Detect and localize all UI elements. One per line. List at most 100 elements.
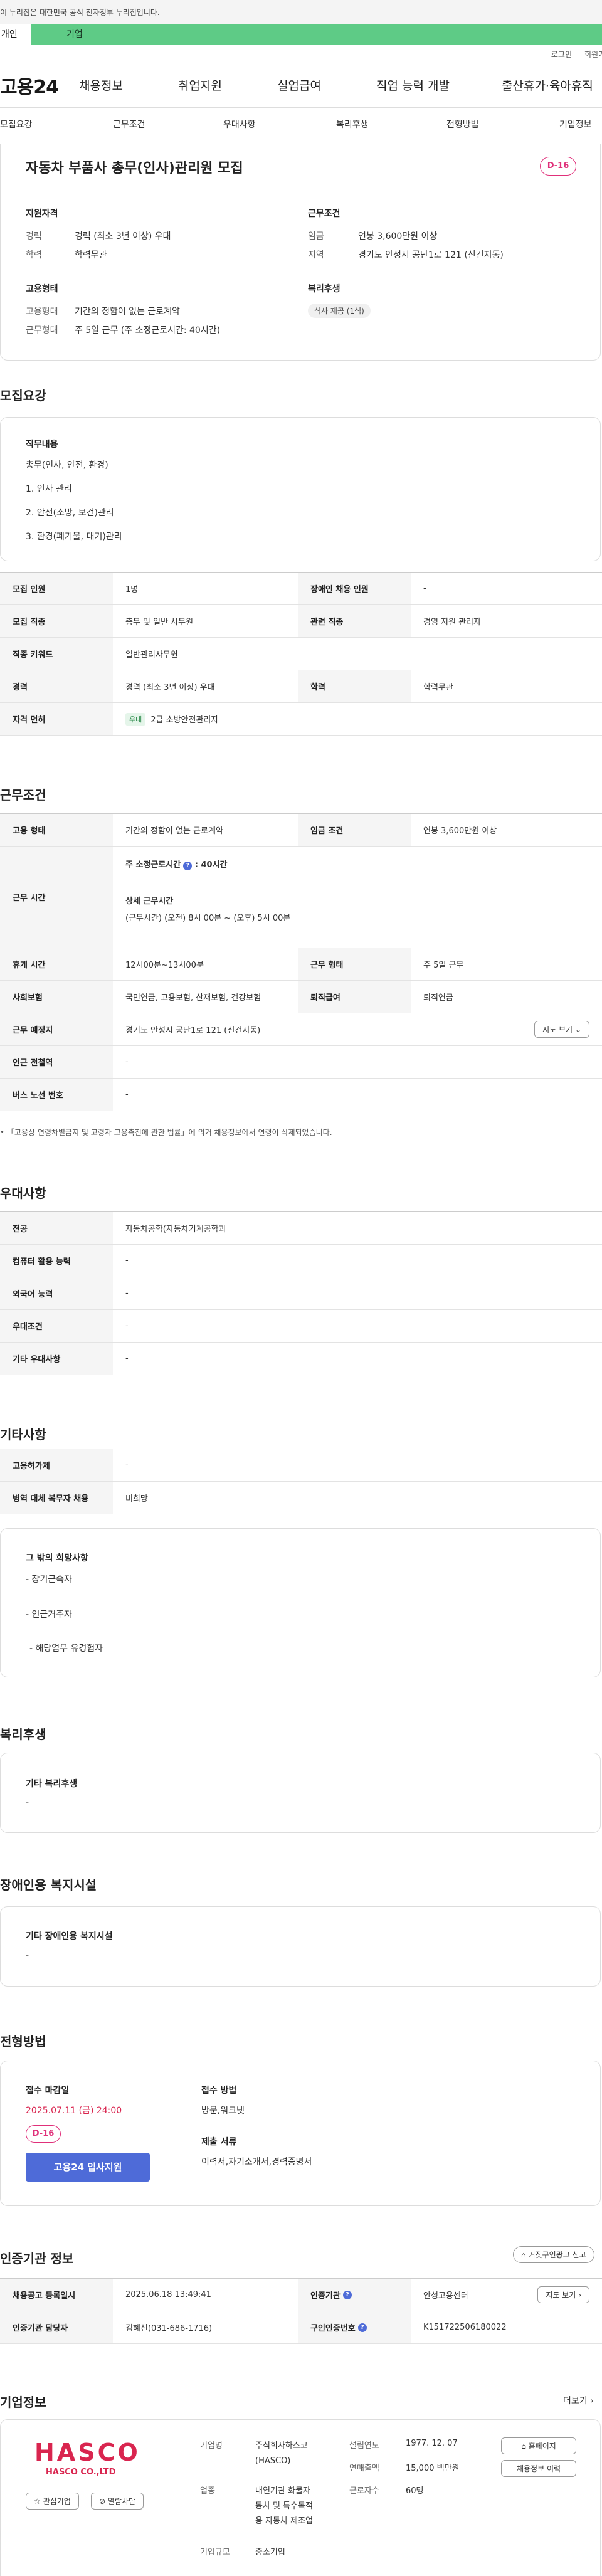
company-size-label: 기업규모 <box>200 2548 230 2557</box>
preferred-chip: 우대 <box>125 712 146 726</box>
company-card: HASCO HASCO CO.,LTD ☆ 관심기업 ⊘ 열람차단 기업명 주식… <box>0 2419 601 2576</box>
duty-heading: 직무내용 <box>26 440 58 450</box>
industry-value: 내연기관 화물자 동차 및 특수목적 용 자동차 제조업 <box>255 2484 313 2529</box>
other-requests-card: 그 밖의 희망사항 - 장기근속자 - 인근거주자 - 해당업무 유경험자 <box>0 1528 601 1677</box>
other-requests-heading: 그 밖의 희망사항 <box>26 1553 88 1563</box>
favorite-company-button[interactable]: ☆ 관심기업 <box>26 2493 79 2510</box>
welfare-box-value: - <box>26 1797 29 1807</box>
table-header-cell: 외국어 능력 <box>0 1277 113 1309</box>
education-value: 학력무관 <box>75 250 107 260</box>
request-line: - 장기근속자 <box>26 1575 72 1585</box>
info-icon[interactable]: ? <box>183 862 193 870</box>
table-row: 컴퓨터 활용 능력 - <box>0 1245 602 1277</box>
agency-map-button-label: 지도 보기 <box>546 2291 576 2299</box>
table-header-cell: 근무 형태 <box>298 948 411 980</box>
apply-button[interactable]: 고용24 입사지원 <box>26 2153 150 2182</box>
employment-type-label: 고용형태 <box>26 307 58 317</box>
table-header-cell: 전공 <box>0 1212 113 1244</box>
snb-company[interactable]: 기업정보 <box>559 118 592 130</box>
cert-agency-value: 안성고용센터 <box>423 2291 468 2301</box>
table-cell: - <box>125 1354 129 1363</box>
gnb-item-parental-leave[interactable]: 출산휴가·육아휴직 <box>502 77 593 93</box>
table-cell: 2025.06.18 13:49:41 <box>125 2290 211 2299</box>
gnb-item-employment-support[interactable]: 취업지원 <box>178 77 222 93</box>
job-history-button[interactable]: 채용정보 이력 <box>501 2460 576 2477</box>
employees-value: 60명 <box>406 2486 424 2496</box>
table-row: 인증기관 담당자 김혜선(031-686-1716) 구인인증번호? K1517… <box>0 2311 602 2344</box>
table-cell: - <box>125 1289 129 1298</box>
license-value: 2급 소방안전관리자 <box>150 715 219 725</box>
table-cell: 우대 2급 소방안전관리자 <box>113 703 602 735</box>
login-link[interactable]: 로그인 <box>551 49 572 60</box>
duty-line: 1. 인사 관리 <box>26 484 72 494</box>
gov-notice-bar: 이 누리집은 대한민국 공식 전자정부 누리집입니다. <box>0 0 602 24</box>
map-button[interactable]: 지도 보기 ⌄ <box>534 1021 589 1038</box>
false-ad-report-button[interactable]: ⌂ 거짓구인광고 신고 <box>513 2246 594 2263</box>
table-cell: K151722506180022 <box>423 2323 507 2332</box>
company-more-link[interactable]: 더보기 › <box>563 2394 594 2407</box>
table-header-cell: 병역 대체 복무자 채용 <box>0 1482 113 1514</box>
work-type-label: 근무형태 <box>26 325 58 335</box>
recruit-section-title: 모집요강 <box>0 388 46 403</box>
welfare-box-heading: 기타 복리후생 <box>26 1779 78 1789</box>
career-value: 경력 (최소 3년 이상) 우대 <box>75 231 171 241</box>
table-header-cell: 임금 조건 <box>298 814 411 846</box>
star-icon: ☆ <box>34 2497 41 2506</box>
tab-individual[interactable]: 개인 <box>0 24 31 45</box>
info-icon[interactable]: ? <box>342 2290 352 2299</box>
table-row: 근무 시간 주 소정근로시간? : 40시간 상세 근무시간 (근무시간) (오… <box>0 847 602 948</box>
employees-label: 근로자수 <box>349 2486 379 2496</box>
snb-recruit[interactable]: 모집요강 <box>0 118 33 130</box>
table-cell: 주 소정근로시간? : 40시간 상세 근무시간 (근무시간) (오전) 8시 … <box>113 847 602 948</box>
homepage-button[interactable]: ⌂ 홈페이지 <box>501 2437 576 2454</box>
welfare-heading: 복리후생 <box>308 284 341 294</box>
agency-map-button[interactable]: 지도 보기 › <box>537 2286 589 2303</box>
work-place-value: 경기도 안성시 공단1로 121 (신건지동) <box>125 1026 261 1035</box>
region-label: 지역 <box>308 250 324 260</box>
table-row: 기타 우대사항 - <box>0 1343 602 1375</box>
info-icon[interactable]: ? <box>357 2323 367 2332</box>
signup-link[interactable]: 회원가입 <box>584 49 602 60</box>
industry-line: 내연기관 화물자 <box>255 2486 310 2496</box>
duty-line: 총무(인사, 안전, 환경) <box>26 460 108 470</box>
duty-line: 2. 안전(소방, 보건)관리 <box>26 508 114 518</box>
table-row: 우대조건 - <box>0 1310 602 1343</box>
table-cell: 총무 및 일반 사무원 <box>125 618 194 627</box>
hours-detail-heading: 상세 근무시간 <box>125 897 174 906</box>
block-view-button[interactable]: ⊘ 열람차단 <box>91 2493 144 2510</box>
report-button-label: 거짓구인광고 신고 <box>528 2251 586 2259</box>
report-icon: ⌂ <box>521 2251 526 2259</box>
cert-number-label: 구인인증번호 <box>310 2324 356 2333</box>
table-cell: 비희망 <box>125 1494 148 1504</box>
snb-process[interactable]: 전형방법 <box>446 118 479 130</box>
condition-heading: 근무조건 <box>308 209 341 219</box>
table-header-cell: 근무 시간 <box>0 847 113 948</box>
cert-section-title: 인증기관 정보 <box>0 2251 74 2266</box>
gnb-item-unemployment[interactable]: 실업급여 <box>277 77 321 93</box>
company-logo-sub: HASCO CO.,LTD <box>46 2468 116 2477</box>
tab-business[interactable]: 기업 <box>31 24 602 45</box>
table-cell: 안성고용센터 지도 보기 › <box>411 2279 602 2311</box>
block-icon: ⊘ <box>99 2497 106 2506</box>
snb-preference[interactable]: 우대사항 <box>223 118 256 130</box>
age-notice: • 「고용상 연령차별금지 및 고령자 고용촉진에 관한 법률」에 의거 채용정… <box>0 1128 332 1137</box>
site-logo[interactable]: 고용24 <box>0 71 79 99</box>
company-name-line: (HASCO) <box>255 2456 291 2466</box>
snb-work[interactable]: 근무조건 <box>113 118 145 130</box>
gov-notice-text: 이 누리집은 대한민국 공식 전자정부 누리집입니다. <box>0 8 160 17</box>
table-cell: 퇴직연금 <box>423 993 453 1003</box>
welfare-section-title: 복리후생 <box>0 1727 46 1742</box>
job-title: 자동차 부품사 총무(인사)관리원 모집 <box>26 161 243 176</box>
snb-welfare[interactable]: 복리후생 <box>336 118 369 130</box>
table-cell: 국민연금, 고용보험, 산재보험, 건강보험 <box>125 993 261 1003</box>
founded-value: 1977. 12. 07 <box>406 2439 458 2448</box>
table-cell: 기간의 정함이 없는 근로계약 <box>125 826 223 836</box>
table-header-cell: 인근 전철역 <box>0 1046 113 1078</box>
table-header-cell: 버스 노선 번호 <box>0 1079 113 1111</box>
table-header-cell: 컴퓨터 활용 능력 <box>0 1245 113 1277</box>
home-icon: ⌂ <box>521 2442 526 2451</box>
gnb-item-training[interactable]: 직업 능력 개발 <box>376 77 450 93</box>
gnb-item-jobs[interactable]: 채용정보 <box>79 77 123 93</box>
table-header-cell: 학력 <box>298 670 411 702</box>
table-header-cell: 인증기관? <box>298 2279 411 2311</box>
